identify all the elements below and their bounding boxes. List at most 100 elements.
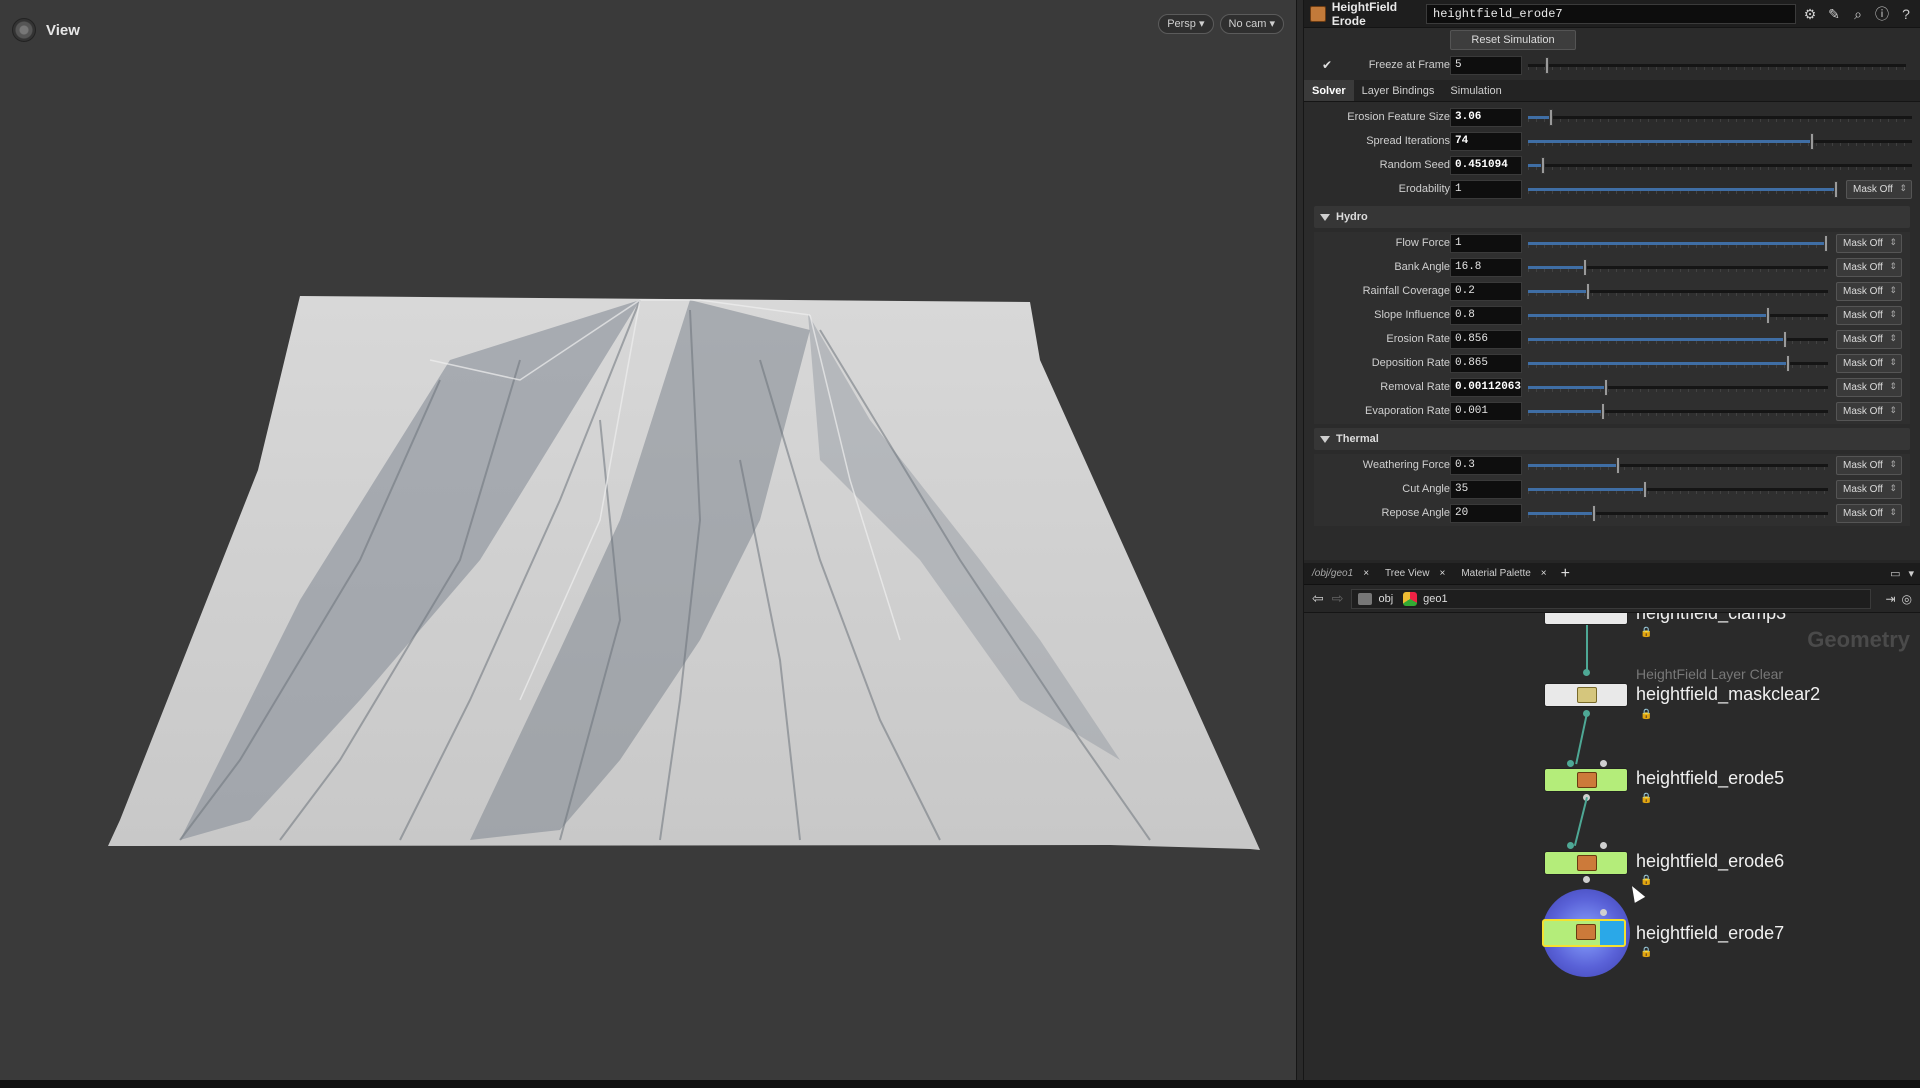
freeze-checkbox[interactable]: ✔ <box>1322 58 1336 72</box>
breadcrumb-geo1[interactable]: geo1 <box>1403 591 1448 606</box>
mask-dropdown[interactable]: Mask Off ⇕ <box>1836 306 1902 325</box>
spread-iterations-slider[interactable] <box>1528 133 1912 150</box>
flow-force-field[interactable]: 1 <box>1450 234 1522 253</box>
weathering-force-slider[interactable] <box>1528 457 1828 474</box>
node-maskclear2-label: heightfield_maskclear2 <box>1636 684 1821 704</box>
bank-angle-field[interactable]: 16.8 <box>1450 258 1522 277</box>
evaporation-rate-field[interactable]: 0.001 <box>1450 402 1522 421</box>
path-tools: ⇥ ◎ <box>1885 592 1912 606</box>
evaporation-rate-slider[interactable] <box>1528 403 1828 420</box>
viewport-title-label: View <box>46 21 80 39</box>
brush-icon[interactable]: ✎ <box>1826 6 1842 22</box>
repose-angle-field[interactable]: 20 <box>1450 504 1522 523</box>
node-clamp3[interactable] <box>1544 613 1628 625</box>
chevron-down-icon[interactable]: ▾ <box>1908 567 1914 580</box>
param-row: Erodability 1 Mask Off ⇕ <box>1304 178 1920 202</box>
thermal-folder[interactable]: Thermal <box>1314 428 1910 450</box>
erosion-rate-field[interactable]: 0.856 <box>1450 330 1522 349</box>
close-icon[interactable]: × <box>1541 563 1547 585</box>
erosion-feature-size-field[interactable]: 3.06 <box>1450 108 1522 127</box>
tab-network-path[interactable]: /obj/geo1 × <box>1304 563 1377 585</box>
updown-arrow-icon: ⇕ <box>1889 483 1897 493</box>
close-icon[interactable]: × <box>1439 563 1445 585</box>
erode-icon <box>1576 924 1596 940</box>
tab-solver[interactable]: Solver <box>1304 80 1354 101</box>
param-tabs: Solver Layer Bindings Simulation <box>1304 80 1920 102</box>
info-icon[interactable]: ⓘ <box>1874 6 1890 22</box>
removal-rate-field[interactable]: 0.00112063 <box>1450 378 1522 397</box>
bank-angle-label: Bank Angle <box>1394 261 1450 273</box>
camera-button[interactable]: No cam ▾ <box>1219 14 1284 34</box>
network-canvas[interactable]: Geometry heightfield_clamp3 🔒 HeightFiel… <box>1304 613 1920 1080</box>
flow-force-slider[interactable] <box>1528 235 1828 252</box>
weathering-force-field[interactable]: 0.3 <box>1450 456 1522 475</box>
slope-influence-slider[interactable] <box>1528 307 1828 324</box>
deposition-rate-slider[interactable] <box>1528 355 1828 372</box>
slope-influence-label: Slope Influence <box>1374 309 1450 321</box>
rainfall-coverage-slider[interactable] <box>1528 283 1828 300</box>
freeze-label: Freeze at Frame <box>1368 59 1450 71</box>
node-erode5[interactable] <box>1544 768 1628 792</box>
freeze-field[interactable]: 5 <box>1450 56 1522 75</box>
node-name-field[interactable]: heightfield_erode7 <box>1426 3 1796 24</box>
random-seed-slider[interactable] <box>1528 157 1912 174</box>
gear-icon[interactable]: ⚙ <box>1802 6 1818 22</box>
context-label: Geometry <box>1807 627 1910 652</box>
rainfall-coverage-field[interactable]: 0.2 <box>1450 282 1522 301</box>
back-arrow-icon[interactable]: ⇦ <box>1312 590 1324 607</box>
erodability-slider[interactable] <box>1528 181 1838 198</box>
input-dot <box>1567 842 1574 849</box>
hydro-folder[interactable]: Hydro <box>1314 206 1910 228</box>
mask-dropdown[interactable]: Mask Off ⇕ <box>1836 330 1902 349</box>
mask-dropdown[interactable]: Mask Off ⇕ <box>1836 402 1902 421</box>
erosion-feature-size-slider[interactable] <box>1528 109 1912 126</box>
add-tab-icon[interactable]: + <box>1555 565 1576 583</box>
help-icon[interactable]: ? <box>1898 6 1914 22</box>
cut-angle-slider[interactable] <box>1528 481 1828 498</box>
breadcrumb-obj[interactable]: obj <box>1358 592 1393 605</box>
forward-arrow-icon[interactable]: ⇨ <box>1332 590 1344 607</box>
tab-layer-bindings[interactable]: Layer Bindings <box>1354 80 1443 101</box>
slope-influence-field[interactable]: 0.8 <box>1450 306 1522 325</box>
removal-rate-slider[interactable] <box>1528 379 1828 396</box>
close-icon[interactable]: × <box>1363 563 1369 585</box>
node-maskclear2[interactable] <box>1544 683 1628 707</box>
updown-arrow-icon: ⇕ <box>1889 405 1897 415</box>
tab-material-palette[interactable]: Material Palette × <box>1453 563 1554 585</box>
mouse-cursor-icon <box>1626 883 1646 903</box>
search-icon[interactable]: ⌕ <box>1850 6 1866 22</box>
mask-dropdown[interactable]: Mask Off ⇕ <box>1836 456 1902 475</box>
pane-menu-icon[interactable]: ▭ <box>1890 567 1900 580</box>
freeze-slider[interactable] <box>1528 57 1906 74</box>
bank-angle-slider[interactable] <box>1528 259 1828 276</box>
mask-dropdown[interactable]: Mask Off ⇕ <box>1836 282 1902 301</box>
node-erode6[interactable] <box>1544 851 1628 875</box>
tab-tree-view[interactable]: Tree View × <box>1377 563 1453 585</box>
mask-dropdown[interactable]: Mask Off ⇕ <box>1846 180 1912 199</box>
mask-dropdown[interactable]: Mask Off ⇕ <box>1836 258 1902 277</box>
node-erode7[interactable] <box>1542 919 1626 947</box>
erosion-rate-slider[interactable] <box>1528 331 1828 348</box>
cut-angle-field[interactable]: 35 <box>1450 480 1522 499</box>
mask-dropdown[interactable]: Mask Off ⇕ <box>1836 354 1902 373</box>
repose-angle-slider[interactable] <box>1528 505 1828 522</box>
persp-button[interactable]: Persp ▾ <box>1158 14 1214 34</box>
pin-icon[interactable]: ⇥ <box>1885 592 1895 606</box>
mask-dropdown[interactable]: Mask Off ⇕ <box>1836 504 1902 523</box>
input-dot <box>1600 909 1607 916</box>
folder-expanded-icon <box>1320 435 1330 443</box>
link-icon[interactable]: ◎ <box>1902 592 1912 606</box>
mask-dropdown[interactable]: Mask Off ⇕ <box>1836 480 1902 499</box>
pane-divider[interactable] <box>1296 0 1304 1080</box>
parameter-header: HeightField Erode heightfield_erode7 ⚙ ✎… <box>1304 0 1920 28</box>
lock-icon: 🔒 <box>1640 947 1653 958</box>
scene-viewport[interactable]: View Persp ▾ No cam ▾ <box>0 0 1296 1080</box>
reset-simulation-button[interactable]: Reset Simulation <box>1450 30 1576 50</box>
random-seed-field[interactable]: 0.451094 <box>1450 156 1522 175</box>
tab-simulation[interactable]: Simulation <box>1442 80 1509 101</box>
erodability-field[interactable]: 1 <box>1450 180 1522 199</box>
deposition-rate-field[interactable]: 0.865 <box>1450 354 1522 373</box>
mask-dropdown[interactable]: Mask Off ⇕ <box>1836 378 1902 397</box>
spread-iterations-field[interactable]: 74 <box>1450 132 1522 151</box>
mask-dropdown[interactable]: Mask Off ⇕ <box>1836 234 1902 253</box>
